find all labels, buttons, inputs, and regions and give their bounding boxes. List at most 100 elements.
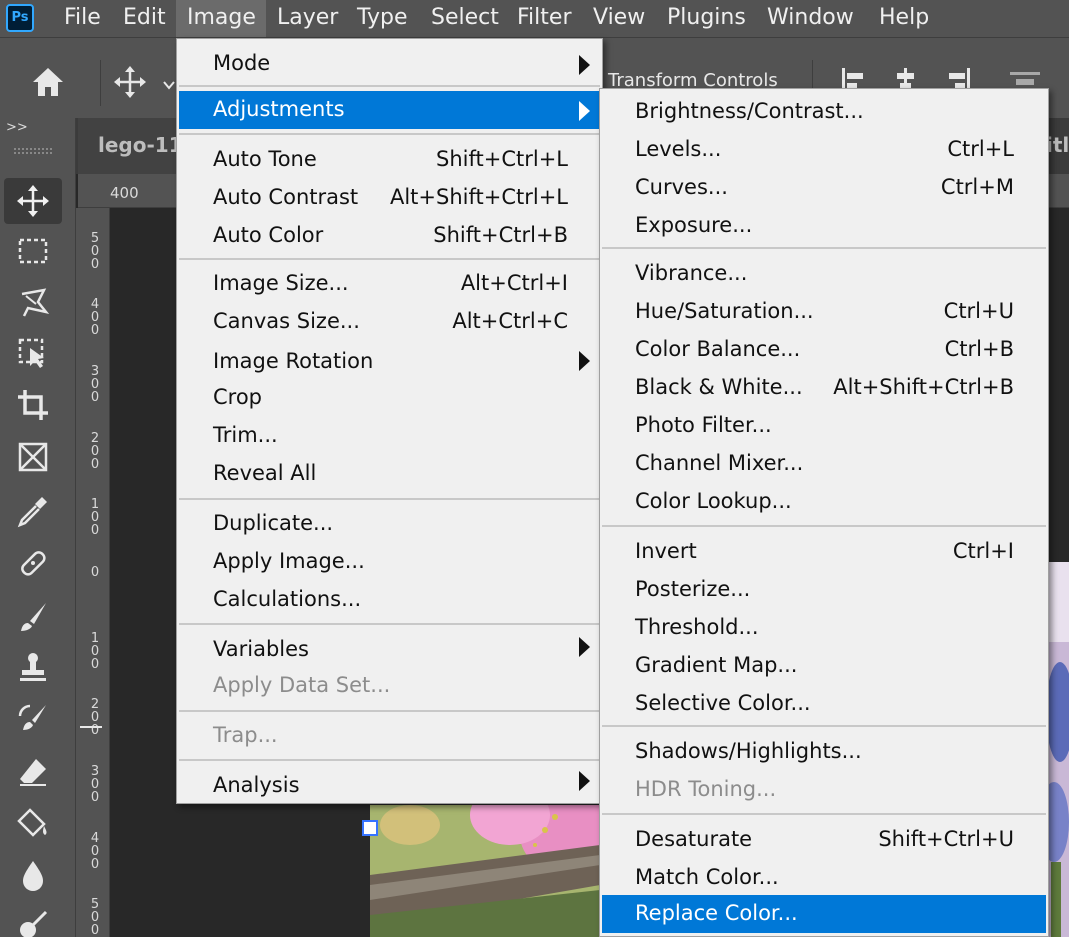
menu-item-duplicate[interactable]: Duplicate... — [177, 505, 602, 543]
menu-window[interactable]: Window — [767, 0, 854, 37]
menu-item-label: HDR Toning... — [635, 777, 777, 801]
object-selection-icon — [18, 338, 44, 368]
menu-item-apply-image[interactable]: Apply Image... — [177, 543, 602, 581]
menu-item-levels[interactable]: Levels... Ctrl+L — [600, 131, 1048, 169]
menu-filter[interactable]: Filter — [517, 0, 571, 37]
menu-item-canvas-size[interactable]: Canvas Size... Alt+Ctrl+C — [177, 303, 602, 341]
menu-item-threshold[interactable]: Threshold... — [600, 609, 1048, 647]
menu-item-label: Auto Contrast — [213, 185, 359, 209]
menu-item-curves[interactable]: Curves... Ctrl+M — [600, 169, 1048, 207]
menu-item-color-lookup[interactable]: Color Lookup... — [600, 483, 1048, 521]
collapse-panel-icon[interactable]: >> — [6, 120, 28, 135]
lasso-tool[interactable] — [4, 280, 62, 326]
document-image[interactable] — [370, 805, 600, 937]
menu-item-analysis[interactable]: Analysis — [177, 767, 602, 805]
menu-item-gradient-map[interactable]: Gradient Map... — [600, 647, 1048, 685]
menu-item-desaturate[interactable]: Desaturate Shift+Ctrl+U — [600, 821, 1048, 859]
document-tab-title-right[interactable]: itl — [1046, 133, 1069, 157]
crop-tool[interactable] — [4, 382, 62, 428]
menu-help[interactable]: Help — [879, 0, 929, 37]
clone-stamp-icon — [20, 653, 46, 681]
document-tab-title[interactable]: lego-11 — [98, 133, 183, 157]
submenu-arrow-icon — [579, 637, 590, 657]
menu-item-label: Auto Tone — [213, 147, 317, 171]
panel-grip[interactable] — [14, 148, 52, 154]
menu-item-black-white[interactable]: Black & White... Alt+Shift+Ctrl+B — [600, 369, 1048, 407]
history-brush-tool[interactable] — [4, 696, 62, 742]
menu-layer[interactable]: Layer — [277, 0, 338, 37]
menu-item-color-balance[interactable]: Color Balance... Ctrl+B — [600, 331, 1048, 369]
dodge-tool[interactable] — [4, 902, 62, 937]
image-menu: Mode Adjustments Auto Tone Shift+Ctrl+L … — [176, 38, 603, 804]
menu-edit[interactable]: Edit — [123, 0, 166, 37]
menu-plugins[interactable]: Plugins — [667, 0, 746, 37]
menu-item-mode[interactable]: Mode — [177, 45, 602, 83]
menu-item-vibrance[interactable]: Vibrance... — [600, 255, 1048, 293]
lasso-icon — [21, 288, 50, 317]
ruler-left-label: 4 0 0 — [90, 297, 100, 338]
eyedropper-tool[interactable] — [4, 488, 62, 534]
frame-icon — [18, 442, 48, 472]
menu-item-crop[interactable]: Crop — [177, 379, 602, 417]
transform-handle[interactable] — [362, 820, 378, 836]
menu-item-posterize[interactable]: Posterize... — [600, 571, 1048, 609]
blur-icon — [23, 861, 43, 891]
menu-item-shadows-highlights[interactable]: Shadows/Highlights... — [600, 733, 1048, 771]
menu-item-label: Match Color... — [635, 865, 779, 889]
menu-select[interactable]: Select — [431, 0, 499, 37]
menu-item-label: Exposure... — [635, 213, 753, 237]
menu-item-auto-tone[interactable]: Auto Tone Shift+Ctrl+L — [177, 141, 602, 179]
eraser-tool[interactable] — [4, 748, 62, 794]
menu-item-adjustments[interactable]: Adjustments — [179, 91, 600, 129]
rectangular-marquee-tool[interactable] — [4, 228, 62, 274]
menu-item-apply-data-set[interactable]: Apply Data Set... — [177, 667, 602, 705]
menu-item-shortcut: Alt+Ctrl+I — [460, 271, 568, 295]
menu-item-photo-filter[interactable]: Photo Filter... — [600, 407, 1048, 445]
blur-tool[interactable] — [4, 852, 62, 898]
menu-item-shortcut: Shift+Ctrl+U — [878, 827, 1014, 851]
menu-item-auto-contrast[interactable]: Auto Contrast Alt+Shift+Ctrl+L — [177, 179, 602, 217]
menu-item-label: Black & White... — [635, 375, 803, 399]
ruler-top-label: 400 — [110, 184, 139, 202]
menu-image[interactable]: Image — [176, 0, 266, 37]
menu-item-variables[interactable]: Variables — [177, 631, 602, 669]
menu-item-exposure[interactable]: Exposure... — [600, 207, 1048, 245]
clone-stamp-tool[interactable] — [4, 644, 62, 690]
menu-item-calculations[interactable]: Calculations... — [177, 581, 602, 619]
menu-item-match-color[interactable]: Match Color... — [600, 859, 1048, 897]
menu-item-shortcut: Ctrl+U — [943, 299, 1014, 323]
chevron-down-icon[interactable] — [163, 76, 175, 90]
menu-item-channel-mixer[interactable]: Channel Mixer... — [600, 445, 1048, 483]
menu-item-selective-color[interactable]: Selective Color... — [600, 685, 1048, 723]
menu-item-brightness-contrast[interactable]: Brightness/Contrast... — [600, 93, 1048, 131]
menu-item-label: Threshold... — [635, 615, 759, 639]
healing-brush-tool[interactable] — [4, 540, 62, 586]
menu-item-hdr-toning[interactable]: HDR Toning... — [600, 771, 1048, 809]
menu-item-replace-color[interactable]: Replace Color... — [602, 895, 1046, 933]
menu-item-image-size[interactable]: Image Size... Alt+Ctrl+I — [177, 265, 602, 303]
home-icon[interactable] — [30, 65, 66, 99]
history-brush-icon — [18, 704, 46, 730]
object-selection-tool[interactable] — [4, 330, 62, 376]
ruler-left-label: 3 0 0 — [90, 364, 100, 405]
menu-item-auto-color[interactable]: Auto Color Shift+Ctrl+B — [177, 217, 602, 255]
menu-item-label: Adjustments — [213, 97, 345, 121]
menu-item-hue-saturation[interactable]: Hue/Saturation... Ctrl+U — [600, 293, 1048, 331]
menu-type[interactable]: Type — [357, 0, 408, 37]
menu-file[interactable]: File — [64, 0, 101, 37]
menu-item-reveal-all[interactable]: Reveal All — [177, 455, 602, 493]
frame-tool[interactable] — [4, 434, 62, 480]
menu-item-label: Variables — [213, 637, 309, 661]
brush-tool[interactable] — [4, 594, 62, 640]
menu-item-label: Selective Color... — [635, 691, 811, 715]
menu-item-trim[interactable]: Trim... — [177, 417, 602, 455]
document-image-right-edge[interactable] — [1046, 562, 1069, 937]
menu-item-trap[interactable]: Trap... — [177, 717, 602, 755]
menu-item-invert[interactable]: Invert Ctrl+I — [600, 533, 1048, 571]
menu-view[interactable]: View — [593, 0, 645, 37]
paint-bucket-tool[interactable] — [4, 800, 62, 846]
menu-item-shortcut: Shift+Ctrl+B — [433, 223, 568, 247]
move-tool[interactable] — [4, 178, 62, 224]
move-tool-option-icon[interactable] — [113, 65, 147, 99]
menu-item-image-rotation[interactable]: Image Rotation — [177, 343, 602, 381]
